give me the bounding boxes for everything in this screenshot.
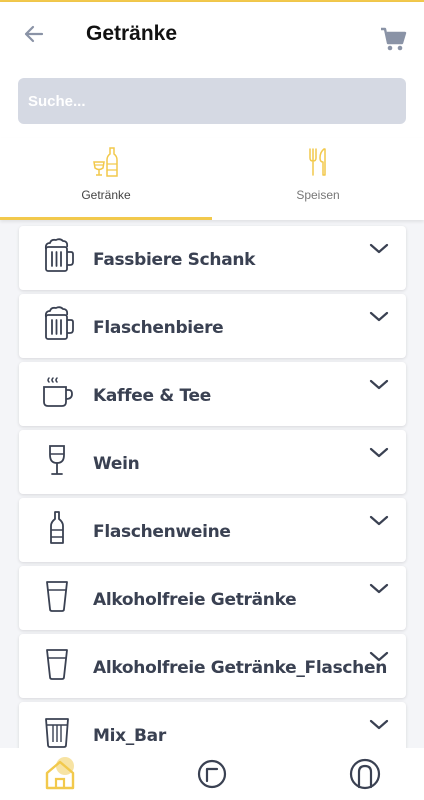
chevron-down-icon	[369, 447, 389, 458]
category-label: Mix_Bar	[93, 726, 166, 746]
app-header: Getränke	[0, 2, 424, 66]
cutlery-icon	[309, 148, 326, 176]
glass-icon	[46, 649, 68, 680]
search-bar	[0, 66, 424, 138]
drinks-icon	[93, 147, 118, 177]
chevron-down-icon	[369, 651, 389, 662]
beer-mug-icon	[44, 306, 74, 340]
category-item-mix-bar[interactable]: Mix_Bar	[19, 702, 406, 748]
chevron-down-icon	[369, 311, 389, 322]
bottom-navigation	[0, 748, 424, 800]
chevron-down-icon	[369, 719, 389, 730]
cart-icon[interactable]	[380, 26, 408, 54]
category-item-flaschenbiere[interactable]: Flaschenbiere	[19, 294, 406, 358]
category-item-fassbiere-schank[interactable]: Fassbiere Schank	[19, 226, 406, 290]
category-label: Alkoholfreie Getränke_Flaschen	[93, 658, 387, 678]
category-item-kaffee-tee[interactable]: Kaffee & Tee	[19, 362, 406, 426]
category-label: Wein	[93, 454, 140, 474]
category-label: Flaschenbiere	[93, 318, 224, 338]
chevron-down-icon	[369, 379, 389, 390]
tab-getraenke[interactable]: Getränke	[0, 138, 212, 220]
tab-speisen[interactable]: Speisen	[212, 138, 424, 220]
category-label: Flaschenweine	[93, 522, 231, 542]
chevron-down-icon	[369, 243, 389, 254]
category-item-wein[interactable]: Wein	[19, 430, 406, 494]
beer-mug-icon	[44, 238, 74, 272]
arrow-left-icon[interactable]	[20, 20, 48, 48]
tumbler-icon	[45, 718, 69, 748]
chevron-down-icon	[369, 583, 389, 594]
category-label: Fassbiere Schank	[93, 250, 256, 270]
wine-glass-icon	[49, 445, 65, 475]
coffee-cup-icon	[43, 377, 73, 407]
category-list: Fassbiere Schank Flaschenbiere Kaffee & …	[0, 220, 424, 748]
category-label: Kaffee & Tee	[93, 386, 211, 406]
category-item-flaschenweine[interactable]: Flaschenweine	[19, 498, 406, 562]
tab-label: Speisen	[296, 188, 340, 202]
wine-bottle-icon	[50, 511, 64, 544]
glass-icon	[46, 581, 68, 612]
chevron-down-icon	[369, 515, 389, 526]
category-label: Alkoholfreie Getränke	[93, 590, 297, 610]
home-icon[interactable]	[42, 756, 78, 792]
category-item-alkoholfreie-getraenke-flaschen[interactable]: Alkoholfreie Getränke_Flaschen	[19, 634, 406, 698]
profile-icon[interactable]	[347, 756, 383, 792]
page-title: Getränke	[86, 22, 178, 45]
category-item-alkoholfreie-getraenke[interactable]: Alkoholfreie Getränke	[19, 566, 406, 630]
category-tabs: Getränke Speisen	[0, 138, 424, 220]
orders-icon[interactable]	[194, 756, 230, 792]
search-input[interactable]	[18, 78, 406, 124]
tab-label: Getränke	[81, 188, 131, 202]
